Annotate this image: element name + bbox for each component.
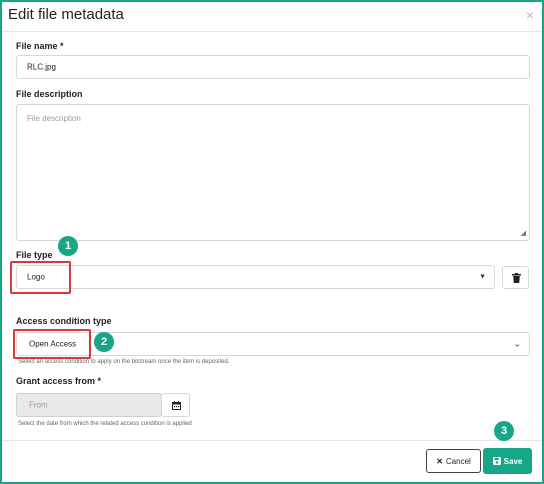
cancel-label: Cancel [445,456,471,466]
file-description-label: File description [16,89,83,99]
file-description-placeholder: File description [27,114,81,123]
file-description-textarea[interactable]: File description ◢ [16,104,530,241]
access-condition-label: Access condition type [16,316,112,326]
access-condition-help: Select an access condition to apply on t… [18,359,230,365]
modal-title: Edit file metadata [8,6,124,23]
grant-access-placeholder: From [29,400,48,410]
calendar-button[interactable] [161,393,190,417]
save-button[interactable]: Save [483,448,532,474]
grant-access-date-input[interactable]: From [16,393,162,417]
annotation-badge-2: 2 [94,332,114,352]
header-divider [2,31,542,32]
calendar-icon [172,401,181,410]
floppy-icon [492,457,501,465]
file-type-select[interactable]: Logo ▼ [16,265,495,289]
x-icon: ✕ [436,456,443,466]
annotation-badge-1: 1 [58,236,78,256]
cancel-button[interactable]: ✕ Cancel [426,449,481,473]
access-condition-select[interactable]: Open Access ⌄ [16,332,530,356]
chevron-down-icon: ▼ [479,273,486,281]
grant-access-label: Grant access from * [16,376,102,386]
annotation-box-file-type [10,261,71,294]
save-label: Save [503,456,523,466]
resize-handle-icon[interactable]: ◢ [521,229,526,237]
chevron-down-icon: ⌄ [513,338,521,349]
grant-access-help: Select the date from which the related a… [18,421,192,427]
file-name-label: File name * [16,41,64,51]
delete-file-type-button[interactable] [502,266,529,289]
file-name-field[interactable]: RLC.jpg [16,55,530,79]
trash-icon [512,273,521,283]
footer-divider [2,440,542,441]
file-name-value: RLC.jpg [27,62,56,72]
close-icon[interactable]: × [526,7,534,23]
file-type-label: File type [16,250,53,260]
annotation-badge-3: 3 [494,421,514,441]
annotation-box-access-condition [13,329,91,359]
